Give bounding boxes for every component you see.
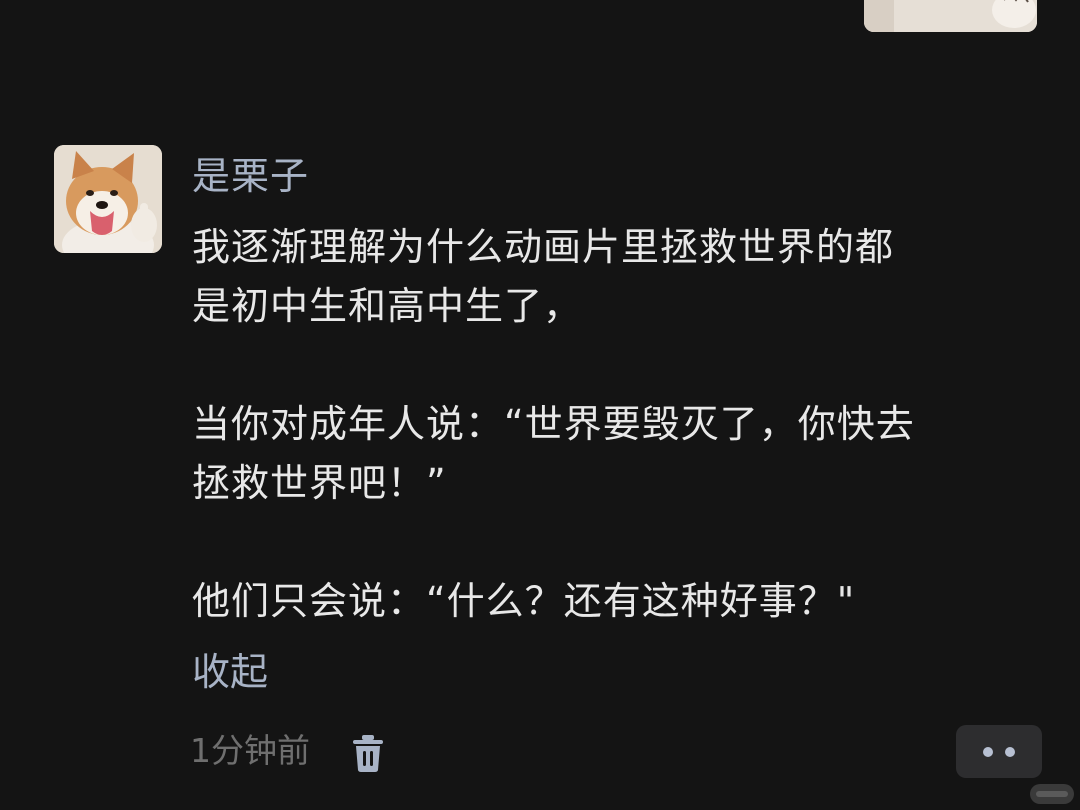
collapse-link[interactable]: 收起 [192,646,268,698]
shiba-dog-icon [54,145,162,253]
comment-paragraph: 我逐渐理解为什么动画片里拯救世界的都 是初中生和高中生了， [192,225,895,328]
more-dots-icon [983,747,993,757]
more-dots-icon [1005,747,1015,757]
more-options-button[interactable] [956,725,1042,778]
comment-paragraph: 他们只会说：“什么？还有这种好事？" [192,579,856,623]
comment-text: 我逐渐理解为什么动画片里拯救世界的都 是初中生和高中生了， 当你对成年人说：“世… [192,218,1042,631]
comment-paragraph: 当你对成年人说：“世界要毁灭了，你快去 拯救世界吧！” [192,402,915,505]
user-avatar[interactable] [54,145,162,253]
previous-image-thumbnail[interactable] [864,0,1037,32]
delete-button[interactable] [350,733,386,773]
watermark-logo [1030,784,1074,804]
comment-timestamp: 1分钟前 [190,731,310,770]
comment-username[interactable]: 是栗子 [192,150,309,202]
trash-icon [353,735,383,772]
comment-screen: 是栗子 我逐渐理解为什么动画片里拯救世界的都 是初中生和高中生了， 当你对成年人… [0,0,1080,810]
